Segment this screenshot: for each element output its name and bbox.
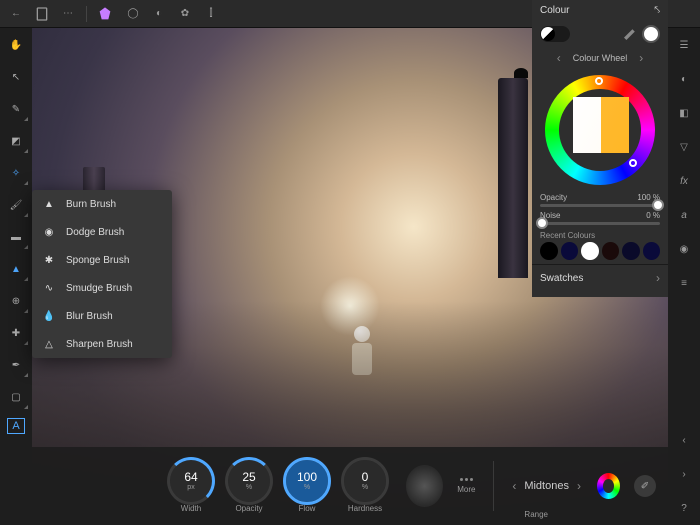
flyout-item[interactable]: ✱ Sponge Brush xyxy=(32,246,172,274)
opacity-label: Opacity xyxy=(540,193,567,202)
flyout-label: Dodge Brush xyxy=(66,227,124,238)
dial-hardness[interactable]: 0%Hardness xyxy=(338,460,392,513)
range-value: Midtones xyxy=(524,480,569,492)
recent-swatch[interactable] xyxy=(540,242,558,260)
brush-tool-flyout: ▲ Burn Brush ◉ Dodge Brush ✱ Sponge Brush ∿ Smu… xyxy=(32,190,172,358)
opacity-slider[interactable] xyxy=(540,204,660,207)
recent-swatch[interactable] xyxy=(602,242,620,260)
smudge-icon: ∿ xyxy=(42,281,56,295)
colour-wheel[interactable] xyxy=(545,75,655,185)
paint-brush-icon[interactable]: 🖌 xyxy=(5,194,27,216)
recent-swatch[interactable] xyxy=(581,242,599,260)
healing-tool-icon[interactable]: ✚ xyxy=(5,322,27,344)
triangle-icon: △ xyxy=(42,337,56,351)
recent-swatch[interactable] xyxy=(561,242,579,260)
selection-tool-icon[interactable]: ✧ xyxy=(5,162,27,184)
sat-indicator[interactable] xyxy=(629,159,637,167)
flyout-label: Sharpen Brush xyxy=(66,339,133,350)
flyout-label: Smudge Brush xyxy=(66,283,132,294)
flyout-item[interactable]: △ Sharpen Brush xyxy=(32,330,172,358)
colour-mode-label[interactable]: Colour Wheel xyxy=(573,53,628,63)
noise-value: 0 % xyxy=(646,211,660,220)
canvas-content xyxy=(498,78,528,278)
filters-icon[interactable]: ▽ xyxy=(673,136,695,158)
dial-opacity[interactable]: 25%Opacity xyxy=(222,460,276,513)
active-colour-swatch[interactable] xyxy=(642,25,660,43)
more-options-button[interactable]: More xyxy=(457,478,475,494)
recent-colours-label: Recent Colours xyxy=(532,227,668,242)
text-styles-icon[interactable]: a xyxy=(673,204,695,226)
left-toolbar: ✋ ↖ ✎ ◩ ✧ 🖌 ▬ ▲ ⊕ ✚ ✒ ▢ A xyxy=(0,28,32,525)
dial-flow[interactable]: 100%Flow xyxy=(280,460,334,513)
clone-tool-icon[interactable]: ⊕ xyxy=(5,290,27,312)
chevron-right-icon[interactable]: › xyxy=(577,479,581,493)
flyout-label: Blur Brush xyxy=(66,311,113,322)
tonal-range-selector[interactable]: ‹ Midtones › xyxy=(512,479,581,493)
next-mode-icon[interactable]: › xyxy=(639,51,643,65)
noise-slider[interactable] xyxy=(540,222,660,225)
right-studio-bar: ☰ ◐ ◧ ▽ fx a ◉ ≡ ‹ › ? xyxy=(668,28,700,525)
prev-mode-icon[interactable]: ‹ xyxy=(557,51,561,65)
flyout-label: Burn Brush xyxy=(66,199,116,210)
flyout-item[interactable]: 💧 Blur Brush xyxy=(32,302,172,330)
colour-panel-icon[interactable]: ◐ xyxy=(673,68,695,90)
shape-tool-icon[interactable]: ▢ xyxy=(5,386,27,408)
hue-indicator[interactable] xyxy=(595,77,603,85)
hand-tool-icon[interactable]: ✋ xyxy=(5,34,27,56)
refine-icon[interactable]: ◐ xyxy=(149,4,169,24)
fx-icon[interactable]: fx xyxy=(673,170,695,192)
recent-swatch[interactable] xyxy=(622,242,640,260)
back-button[interactable]: ← xyxy=(6,4,26,24)
chevron-left-icon[interactable]: ‹ xyxy=(512,479,516,493)
brush-preview[interactable] xyxy=(406,465,443,507)
burn-tool-icon[interactable]: ▲ xyxy=(5,258,27,280)
flyout-item[interactable]: ◉ Dodge Brush xyxy=(32,218,172,246)
sponge-icon: ✱ xyxy=(42,253,56,267)
context-toolbar: 64pxWidth25%Opacity100%Flow0%Hardness Mo… xyxy=(32,447,668,525)
flyout-label: Sponge Brush xyxy=(66,255,129,266)
flyout-item[interactable]: ▲ Burn Brush xyxy=(32,190,172,218)
colour-panel: Colour⤣ ‹ Colour Wheel › Opacity100 % No… xyxy=(532,0,668,297)
separator xyxy=(493,461,494,511)
collapse-right-icon[interactable]: › xyxy=(673,463,695,485)
chevron-right-icon: › xyxy=(656,271,660,285)
history-icon[interactable]: ≡ xyxy=(673,272,695,294)
panel-title: Colour xyxy=(540,5,569,16)
dial-width[interactable]: 64pxWidth xyxy=(164,460,218,513)
move-tool-icon[interactable]: ↖ xyxy=(5,66,27,88)
colour-toggle[interactable] xyxy=(540,26,570,42)
color-picker-icon[interactable]: ✎ xyxy=(5,98,27,120)
more-menu-button[interactable]: ⋯ xyxy=(58,4,78,24)
crop-tool-icon[interactable]: ◩ xyxy=(5,130,27,152)
range-label: Range xyxy=(524,510,548,519)
canvas-content xyxy=(514,68,528,78)
eyedropper-icon[interactable] xyxy=(624,28,636,40)
lasso-icon[interactable]: ◯ xyxy=(123,4,143,24)
recent-swatch[interactable] xyxy=(643,242,661,260)
flyout-item[interactable]: ∿ Smudge Brush xyxy=(32,274,172,302)
text-frame-icon[interactable]: A xyxy=(7,418,25,434)
settings-icon[interactable]: ✿ xyxy=(175,4,195,24)
text-tool-icon[interactable]: ⫿ xyxy=(201,4,221,24)
layers-panel-icon[interactable]: ☰ xyxy=(673,34,695,56)
separator xyxy=(86,6,87,22)
circle-icon: ◉ xyxy=(42,225,56,239)
drop-icon: 💧 xyxy=(42,309,56,323)
eraser-tool-icon[interactable]: ▬ xyxy=(5,226,27,248)
adjustments-icon[interactable]: ◧ xyxy=(673,102,695,124)
swatches-label: Swatches xyxy=(540,273,583,284)
quick-brush-icon[interactable]: ✐ xyxy=(634,475,656,497)
swatches-button[interactable]: Swatches › xyxy=(532,264,668,291)
pin-panel-icon[interactable]: ⤣ xyxy=(654,5,660,16)
stock-icon[interactable]: ◉ xyxy=(673,238,695,260)
persona-logo-icon[interactable] xyxy=(95,4,115,24)
document-button[interactable] xyxy=(32,4,52,24)
quick-colour-wheel-icon[interactable] xyxy=(597,473,620,499)
help-icon[interactable]: ? xyxy=(673,497,695,519)
collapse-left-icon[interactable]: ‹ xyxy=(673,429,695,451)
flame-icon: ▲ xyxy=(42,197,56,211)
colour-triangle[interactable] xyxy=(573,97,629,153)
pen-tool-icon[interactable]: ✒ xyxy=(5,354,27,376)
